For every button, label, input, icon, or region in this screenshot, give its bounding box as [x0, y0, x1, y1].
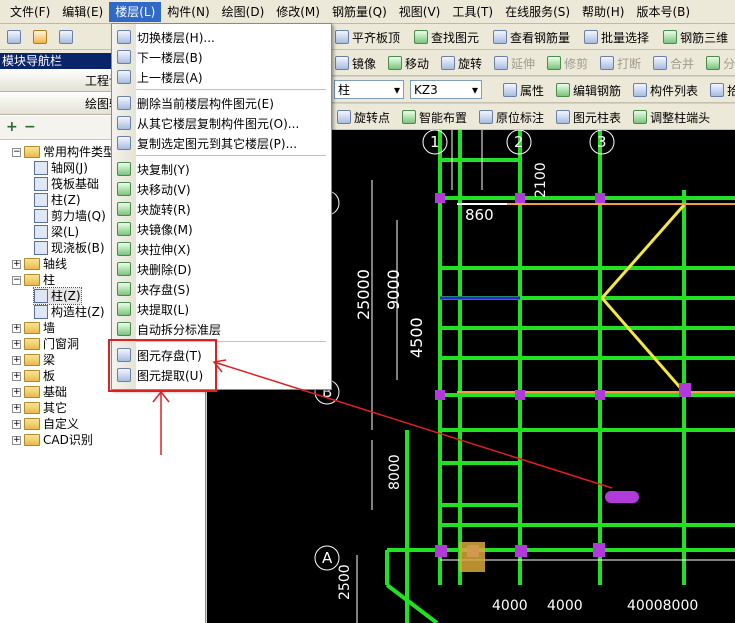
- annotation-arrows: [152, 359, 613, 489]
